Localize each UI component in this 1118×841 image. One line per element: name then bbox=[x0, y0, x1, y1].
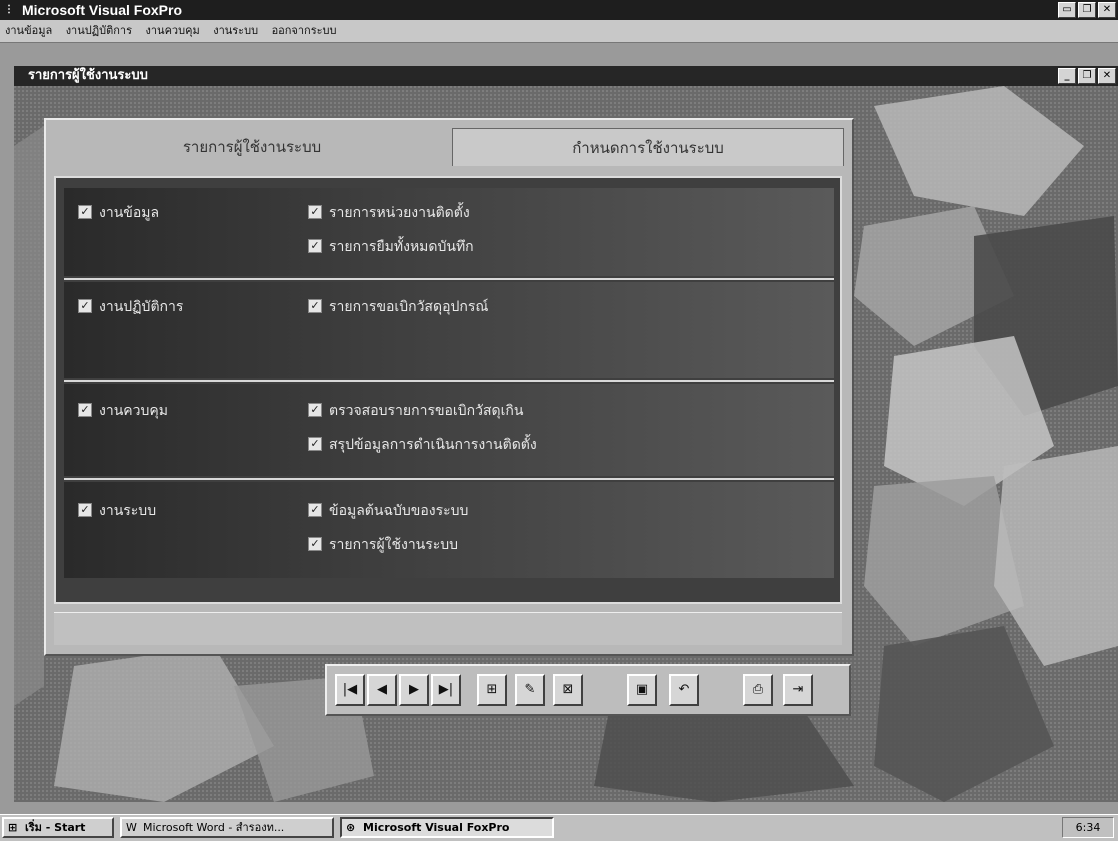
undo-button[interactable]: ↶ bbox=[669, 674, 699, 706]
taskbar-item-foxpro[interactable]: ⊛ Microsoft Visual FoxPro bbox=[340, 817, 554, 838]
edit-record-icon: ✎ bbox=[524, 682, 536, 697]
menu-bar: งานข้อมูล งานปฏิบัติการ งานควบคุม งานระบ… bbox=[0, 20, 1118, 43]
first-record-icon: |◀ bbox=[342, 682, 358, 697]
checkbox-checked-icon: ✓ bbox=[308, 403, 322, 417]
checkbox-control[interactable]: ✓ งานควบคุม bbox=[78, 400, 168, 422]
section-operations: ✓ งานปฏิบัติการ ✓ รายการขอเบิกวัสดุอุปกรณ์ bbox=[64, 282, 834, 378]
checkbox-operations-item-1[interactable]: ✓ รายการขอเบิกวัสดุอุปกรณ์ bbox=[308, 296, 488, 318]
section-control: ✓ งานควบคุม ✓ ตรวจสอบรายการขอเบิกวัสดุเกิน… bbox=[64, 384, 834, 476]
edit-record-button[interactable]: ✎ bbox=[515, 674, 545, 706]
checkbox-operations[interactable]: ✓ งานปฏิบัติการ bbox=[78, 296, 183, 318]
menu-control[interactable]: งานควบคุม bbox=[141, 20, 205, 42]
taskbar-item-word[interactable]: W Microsoft Word - สำรองท... bbox=[120, 817, 334, 838]
user-permission-form: รายการผู้ใช้งานระบบ กำหนดการใช้งานระบบ ✓… bbox=[44, 118, 854, 656]
child-minimize-button[interactable]: _ bbox=[1058, 68, 1076, 84]
child-window-title: รายการผู้ใช้งานระบบ bbox=[28, 68, 148, 83]
first-record-button[interactable]: |◀ bbox=[335, 674, 365, 706]
add-record-button[interactable]: ⊞ bbox=[477, 674, 507, 706]
prev-record-button[interactable]: ◀ bbox=[367, 674, 397, 706]
menu-operations[interactable]: งานปฏิบัติการ bbox=[61, 20, 137, 42]
checkbox-checked-icon: ✓ bbox=[308, 537, 322, 551]
next-record-icon: ▶ bbox=[409, 682, 419, 697]
app-title-bar: ⋮ Microsoft Visual FoxPro ▭ ❐ ✕ bbox=[0, 0, 1118, 20]
last-record-button[interactable]: ▶| bbox=[431, 674, 461, 706]
next-record-button[interactable]: ▶ bbox=[399, 674, 429, 706]
undo-icon: ↶ bbox=[678, 682, 690, 697]
checkbox-checked-icon: ✓ bbox=[308, 239, 322, 253]
restore-button[interactable]: ❐ bbox=[1078, 2, 1096, 18]
system-tray-clock: 6:34 bbox=[1062, 817, 1114, 838]
delete-record-button[interactable]: ⊠ bbox=[553, 674, 583, 706]
app-title: Microsoft Visual FoxPro bbox=[22, 2, 182, 18]
exit-button[interactable]: ⇥ bbox=[783, 674, 813, 706]
tab-user-list[interactable]: รายการผู้ใช้งานระบบ bbox=[52, 128, 452, 166]
checkbox-system-item-1[interactable]: ✓ ข้อมูลต้นฉบับของระบบ bbox=[308, 500, 468, 522]
close-button[interactable]: ✕ bbox=[1098, 2, 1116, 18]
checkbox-checked-icon: ✓ bbox=[308, 503, 322, 517]
menu-system[interactable]: งานระบบ bbox=[208, 20, 263, 42]
app-window-controls: ▭ ❐ ✕ bbox=[1058, 2, 1116, 18]
record-toolbar: |◀ ◀ ▶ ▶| ⊞ ✎ ⊠ ▣ ↶ ⎙ ⇥ bbox=[325, 664, 851, 716]
checkbox-data-item-1[interactable]: ✓ รายการหน่วยงานติดตั้ง bbox=[308, 202, 470, 224]
checkbox-system[interactable]: ✓ งานระบบ bbox=[78, 500, 156, 522]
prev-record-icon: ◀ bbox=[377, 682, 387, 697]
start-button[interactable]: ⊞ เริ่ม - Start bbox=[2, 817, 114, 838]
section-divider bbox=[64, 380, 834, 382]
checkbox-checked-icon: ✓ bbox=[78, 205, 92, 219]
delete-record-icon: ⊠ bbox=[562, 682, 574, 697]
child-close-button[interactable]: ✕ bbox=[1098, 68, 1116, 84]
checkbox-checked-icon: ✓ bbox=[308, 205, 322, 219]
menu-data[interactable]: งานข้อมูล bbox=[0, 20, 57, 42]
child-window-controls: _ ❐ ✕ bbox=[1058, 68, 1116, 84]
word-icon: W bbox=[126, 821, 137, 834]
windows-logo-icon: ⊞ bbox=[8, 821, 18, 834]
taskbar: ⊞ เริ่ม - Start W Microsoft Word - สำรองท.… bbox=[0, 814, 1118, 841]
menu-logout[interactable]: ออกจากระบบ bbox=[267, 20, 342, 42]
exit-icon: ⇥ bbox=[792, 682, 804, 697]
print-button[interactable]: ⎙ bbox=[743, 674, 773, 706]
child-restore-button[interactable]: ❐ bbox=[1078, 68, 1096, 84]
section-divider bbox=[64, 278, 834, 280]
checkbox-checked-icon: ✓ bbox=[78, 503, 92, 517]
tab-system-permissions[interactable]: กำหนดการใช้งานระบบ bbox=[452, 128, 844, 166]
checkbox-checked-icon: ✓ bbox=[78, 299, 92, 313]
section-system: ✓ งานระบบ ✓ ข้อมูลต้นฉบับของระบบ ✓ รายการผู… bbox=[64, 482, 834, 578]
permissions-panel: ✓ งานข้อมูล ✓ รายการหน่วยงานติดตั้ง ✓ รายกา… bbox=[54, 176, 842, 604]
checkbox-data-item-2[interactable]: ✓ รายการยืมทั้งหมดบันทึก bbox=[308, 236, 474, 258]
checkbox-control-item-1[interactable]: ✓ ตรวจสอบรายการขอเบิกวัสดุเกิน bbox=[308, 400, 523, 422]
checkbox-data[interactable]: ✓ งานข้อมูล bbox=[78, 202, 159, 224]
checkbox-checked-icon: ✓ bbox=[308, 299, 322, 313]
form-footer-strip bbox=[54, 612, 842, 645]
print-icon: ⎙ bbox=[752, 682, 764, 697]
checkbox-control-item-2[interactable]: ✓ สรุปข้อมูลการดำเนินการงานติดตั้ง bbox=[308, 434, 537, 456]
app-system-icon[interactable]: ⋮ bbox=[4, 4, 18, 16]
checkbox-system-item-2[interactable]: ✓ รายการผู้ใช้งานระบบ bbox=[308, 534, 458, 556]
child-window-title-bar: รายการผู้ใช้งานระบบ _ ❐ ✕ bbox=[14, 66, 1118, 86]
checkbox-checked-icon: ✓ bbox=[308, 437, 322, 451]
checkbox-checked-icon: ✓ bbox=[78, 403, 92, 417]
save-button[interactable]: ▣ bbox=[627, 674, 657, 706]
add-record-icon: ⊞ bbox=[486, 682, 498, 697]
section-data: ✓ งานข้อมูล ✓ รายการหน่วยงานติดตั้ง ✓ รายกา… bbox=[64, 188, 834, 276]
save-icon: ▣ bbox=[635, 682, 649, 697]
last-record-icon: ▶| bbox=[438, 682, 454, 697]
section-divider bbox=[64, 478, 834, 480]
foxpro-icon: ⊛ bbox=[346, 821, 356, 834]
minimize-button[interactable]: ▭ bbox=[1058, 2, 1076, 18]
